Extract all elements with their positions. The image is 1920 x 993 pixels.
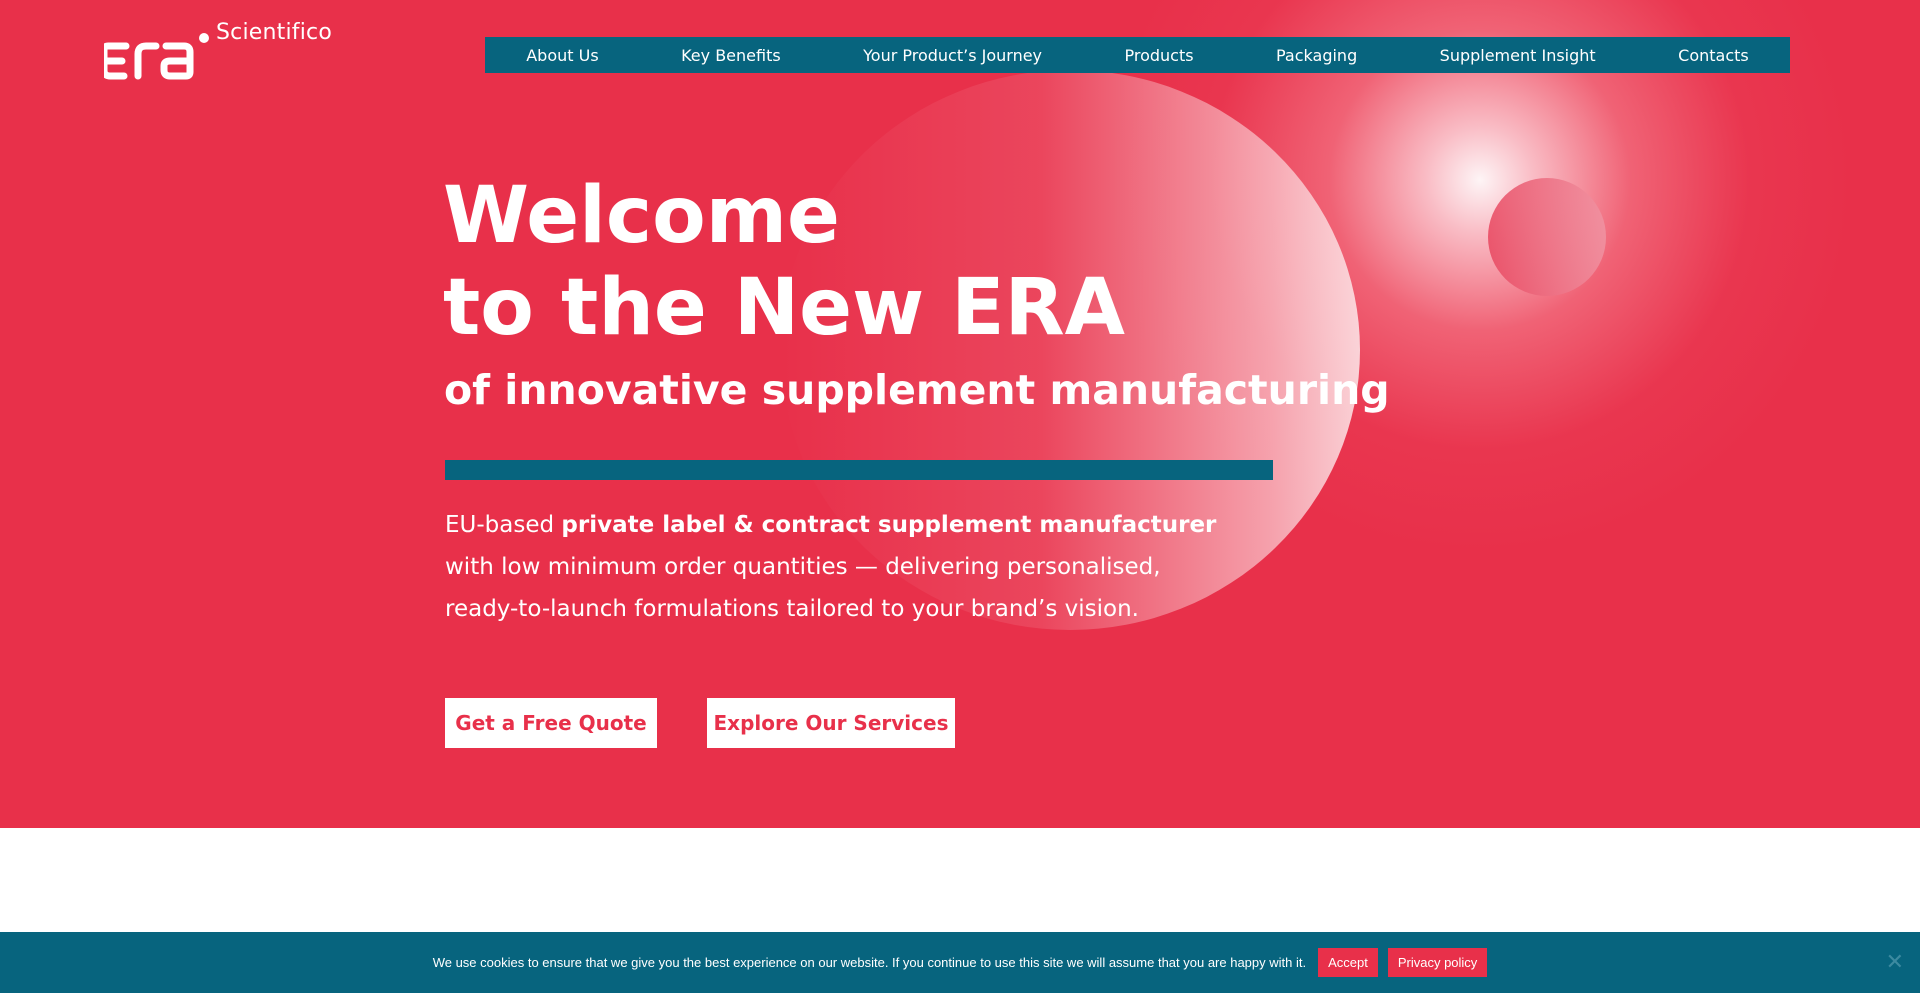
nav-item-key-benefits[interactable]: Key Benefits: [681, 46, 781, 65]
headline-line-2: to the New ERA: [443, 263, 1126, 353]
hero-subheadline: of innovative supplement manufacturing: [444, 366, 1390, 414]
hero-divider: [445, 460, 1273, 480]
logo-text: Scientifico: [216, 20, 333, 45]
headline-line-1: Welcome: [443, 171, 840, 261]
hero-section: Scientifico About Us Key Benefits Your P…: [0, 0, 1920, 828]
close-icon[interactable]: ✕: [1886, 950, 1904, 975]
hero-headline: Welcome to the New ERA: [443, 170, 1125, 354]
nav-item-packaging[interactable]: Packaging: [1276, 46, 1357, 65]
nav-item-about-us[interactable]: About Us: [526, 46, 598, 65]
nav-item-products[interactable]: Products: [1124, 46, 1193, 65]
description-line-2: with low minimum order quantities — deli…: [445, 554, 1161, 580]
cookie-accept-button[interactable]: Accept: [1318, 948, 1378, 977]
nav-item-product-journey[interactable]: Your Product’s Journey: [863, 46, 1042, 65]
content-area: [0, 828, 1920, 932]
explore-services-button[interactable]: Explore Our Services: [707, 698, 955, 748]
era-logo-icon: [104, 33, 209, 80]
description-line-3: ready-to-launch formulations tailored to…: [445, 596, 1139, 622]
description-bold: private label & contract supplement manu…: [561, 512, 1217, 538]
nav-item-contacts[interactable]: Contacts: [1678, 46, 1749, 65]
description-prefix: EU-based: [445, 512, 562, 538]
main-navigation: About Us Key Benefits Your Product’s Jou…: [485, 37, 1790, 73]
site-logo[interactable]: Scientifico: [104, 20, 334, 82]
hero-description: EU-based private label & contract supple…: [445, 504, 1345, 630]
privacy-policy-button[interactable]: Privacy policy: [1387, 948, 1488, 977]
get-free-quote-button[interactable]: Get a Free Quote: [445, 698, 657, 748]
cookie-banner: We use cookies to ensure that we give yo…: [0, 932, 1920, 993]
decorative-small-circle: [1488, 178, 1606, 296]
nav-item-supplement-insight[interactable]: Supplement Insight: [1440, 46, 1596, 65]
cookie-message: We use cookies to ensure that we give yo…: [432, 955, 1307, 970]
